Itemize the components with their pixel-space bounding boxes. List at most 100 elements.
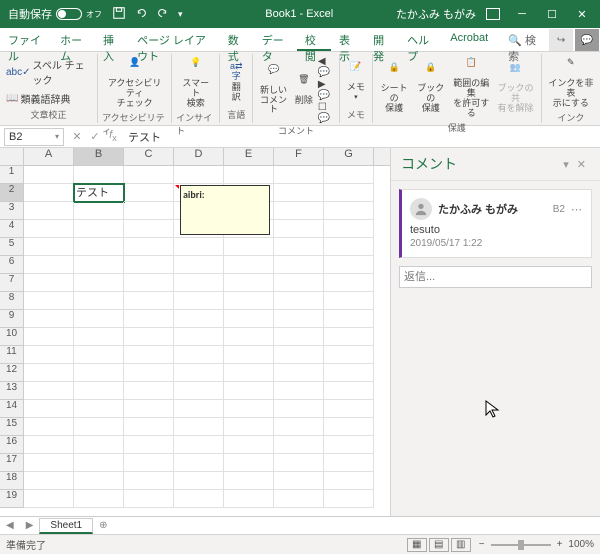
cell[interactable] — [324, 490, 374, 508]
sheet-nav-prev-icon[interactable]: ◀ — [0, 520, 20, 531]
cell[interactable] — [324, 274, 374, 292]
prev-comment-icon[interactable]: ◀💬 — [318, 56, 335, 78]
row-header[interactable]: 16 — [0, 436, 24, 454]
cell[interactable] — [24, 310, 74, 328]
thesaurus-button[interactable]: 📖類義語辞典 — [4, 90, 72, 107]
cell[interactable] — [24, 436, 74, 454]
zoom-level[interactable]: 100% — [568, 539, 594, 550]
cell[interactable] — [24, 274, 74, 292]
cell[interactable] — [124, 220, 174, 238]
cell[interactable] — [124, 256, 174, 274]
select-all-corner[interactable] — [0, 148, 24, 165]
cell[interactable] — [274, 310, 324, 328]
formula-input[interactable]: テスト — [122, 129, 600, 145]
cell[interactable] — [324, 238, 374, 256]
col-header[interactable]: E — [224, 148, 274, 165]
col-header[interactable]: B — [74, 148, 124, 165]
cell[interactable] — [124, 184, 174, 202]
cell[interactable] — [324, 472, 374, 490]
tab-data[interactable]: データ — [254, 28, 297, 51]
cell[interactable] — [324, 418, 374, 436]
cell[interactable] — [24, 364, 74, 382]
cell[interactable] — [224, 256, 274, 274]
cell[interactable] — [74, 400, 124, 418]
ribbon-options-icon[interactable] — [486, 8, 500, 20]
close-button[interactable]: ✕ — [568, 4, 596, 24]
cell[interactable] — [124, 454, 174, 472]
next-comment-icon[interactable]: ▶💬 — [318, 79, 335, 101]
cell[interactable] — [174, 238, 224, 256]
cell[interactable] — [24, 490, 74, 508]
cell[interactable] — [124, 328, 174, 346]
cell[interactable] — [174, 328, 224, 346]
cell[interactable] — [274, 364, 324, 382]
row-header[interactable]: 11 — [0, 346, 24, 364]
name-box[interactable]: B2▾ — [4, 128, 64, 146]
cell[interactable] — [24, 292, 74, 310]
row-header[interactable]: 12 — [0, 364, 24, 382]
cell[interactable] — [224, 454, 274, 472]
cell[interactable] — [324, 436, 374, 454]
cell[interactable] — [74, 310, 124, 328]
cell[interactable] — [274, 256, 324, 274]
cell[interactable] — [274, 292, 324, 310]
cell[interactable] — [224, 472, 274, 490]
cell[interactable] — [24, 346, 74, 364]
row-header[interactable]: 13 — [0, 382, 24, 400]
cell[interactable] — [174, 454, 224, 472]
row-header[interactable]: 18 — [0, 472, 24, 490]
cell[interactable] — [74, 472, 124, 490]
cell[interactable] — [274, 454, 324, 472]
cell[interactable] — [274, 382, 324, 400]
sheet-tab[interactable]: Sheet1 — [39, 518, 93, 534]
cell[interactable] — [174, 166, 224, 184]
protect-sheet-button[interactable]: 🔒シートの 保護 — [377, 61, 412, 116]
row-header[interactable]: 7 — [0, 274, 24, 292]
cell[interactable] — [224, 328, 274, 346]
new-comment-button[interactable]: 💬新しい コメント — [257, 63, 290, 118]
show-comments-icon[interactable]: ☐💬 — [318, 102, 335, 124]
col-header[interactable]: D — [174, 148, 224, 165]
cell[interactable] — [274, 490, 324, 508]
user-name[interactable]: たかふみ もがみ — [396, 6, 476, 22]
tab-view[interactable]: 表示 — [331, 28, 365, 51]
cell[interactable] — [324, 256, 374, 274]
cell[interactable] — [74, 274, 124, 292]
row-header[interactable]: 10 — [0, 328, 24, 346]
row-header[interactable]: 1 — [0, 166, 24, 184]
cell[interactable] — [324, 328, 374, 346]
cell[interactable] — [24, 238, 74, 256]
cell[interactable] — [74, 202, 124, 220]
reply-input[interactable] — [399, 266, 592, 288]
cell[interactable] — [124, 400, 174, 418]
cell[interactable] — [274, 346, 324, 364]
tab-home[interactable]: ホーム — [52, 28, 95, 51]
cell[interactable] — [74, 328, 124, 346]
normal-view-icon[interactable]: ▦ — [407, 538, 427, 552]
row-header[interactable]: 5 — [0, 238, 24, 256]
row-header[interactable]: 6 — [0, 256, 24, 274]
row-header[interactable]: 14 — [0, 400, 24, 418]
cell[interactable] — [124, 472, 174, 490]
minimize-button[interactable]: ─ — [508, 4, 536, 24]
page-layout-icon[interactable]: ▤ — [429, 538, 449, 552]
cell[interactable] — [274, 238, 324, 256]
fx-icon[interactable]: fx — [104, 129, 122, 143]
cell[interactable] — [174, 310, 224, 328]
cell[interactable] — [174, 400, 224, 418]
cell[interactable] — [74, 220, 124, 238]
cell[interactable] — [74, 490, 124, 508]
comments-button[interactable]: 💬 — [575, 29, 599, 51]
maximize-button[interactable]: ☐ — [538, 4, 566, 24]
cell[interactable] — [124, 382, 174, 400]
redo-icon[interactable] — [156, 6, 170, 23]
cell[interactable] — [24, 400, 74, 418]
cell[interactable] — [24, 382, 74, 400]
cell[interactable] — [324, 220, 374, 238]
cell[interactable] — [124, 418, 174, 436]
cell[interactable] — [324, 202, 374, 220]
cell[interactable] — [224, 346, 274, 364]
cell[interactable] — [24, 202, 74, 220]
cell[interactable] — [224, 238, 274, 256]
spellcheck-button[interactable]: abc✓スペル チェック — [4, 56, 93, 88]
